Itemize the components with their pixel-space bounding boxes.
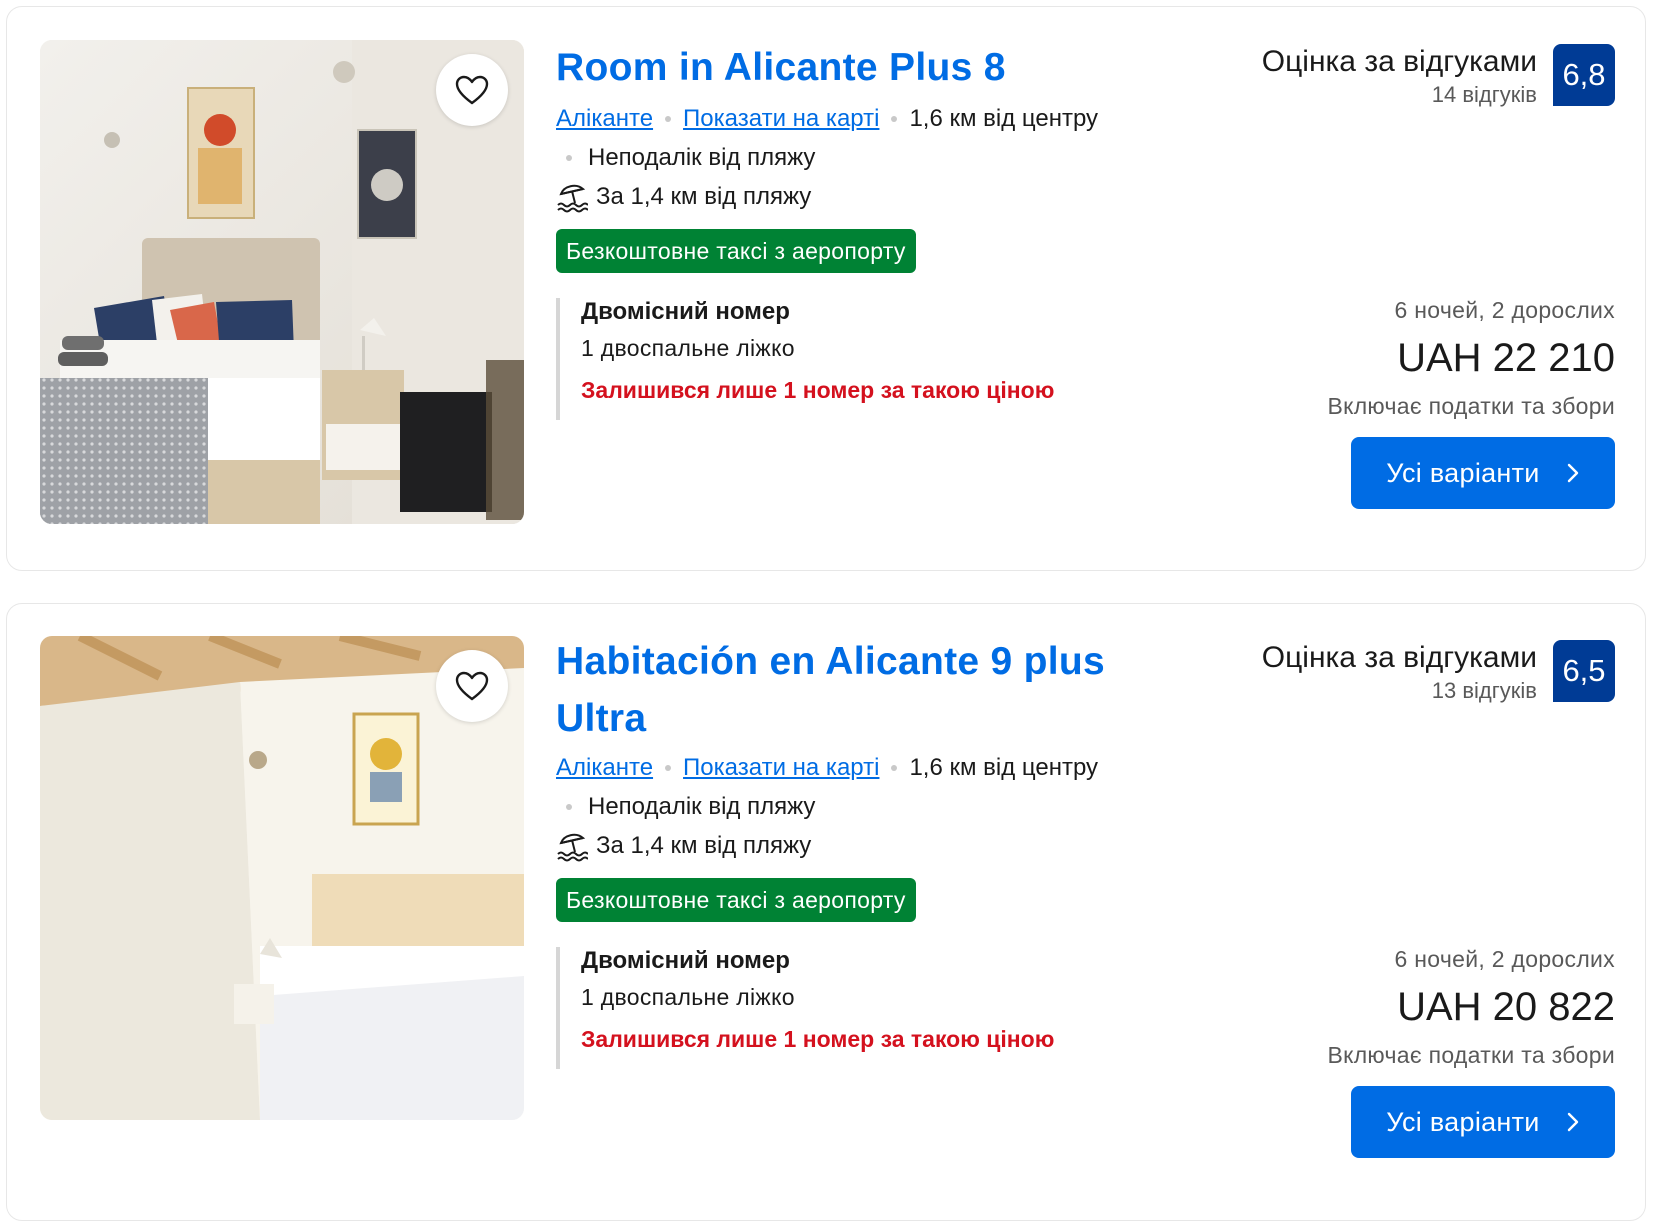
separator-dot (566, 155, 572, 161)
review-score-text: Оцінка за відгуками 13 відгуків (1262, 640, 1537, 704)
distance-from-center: 1,6 км від центру (909, 105, 1099, 132)
free-taxi-badge: Безкоштовне таксі з аеропорту (556, 229, 916, 273)
separator-dot (665, 116, 672, 122)
score-badge: 6,5 (1553, 640, 1615, 702)
taxes-note: Включає податки та збори (1327, 1042, 1615, 1068)
score-label: Оцінка за відгуками (1261, 45, 1537, 78)
near-beach-line: Неподалік від пляжу (556, 793, 815, 821)
separator-dot (566, 804, 572, 810)
chevron-right-icon (1566, 1111, 1580, 1133)
chevron-right-icon (1566, 462, 1580, 484)
stay-summary: 6 ночей, 2 дорослих (1394, 946, 1615, 972)
property-title[interactable]: Room in Alicante Plus 8 (556, 39, 1166, 96)
review-score[interactable]: Оцінка за відгуками 13 відгуків 6,5 (1262, 640, 1615, 704)
heart-icon (455, 671, 489, 701)
price: UAH 22 210 (1397, 336, 1615, 380)
price-block: 6 ночей, 2 дорослих UAH 20 822 Включає п… (1327, 946, 1615, 1069)
near-beach-label: Неподалік від пляжу (588, 144, 816, 171)
review-count: 14 відгуків (1431, 82, 1537, 107)
price-block: 6 ночей, 2 дорослих UAH 22 210 Включає п… (1327, 297, 1615, 420)
review-score-text: Оцінка за відгуками 14 відгуків (1262, 44, 1537, 108)
property-photo[interactable] (40, 636, 524, 1120)
bed-type: 1 двоспальне ліжко (581, 335, 795, 361)
location-line: Аліканте Показати на карті 1,6 км від це… (556, 105, 1098, 133)
show-on-map-link[interactable]: Показати на карті (683, 754, 879, 782)
beach-distance-line: За 1,4 км від пляжу (556, 830, 811, 862)
property-title[interactable]: Habitación en Alicante 9 plus Ultra (556, 633, 1166, 747)
beach-distance-label: За 1,4 км від пляжу (596, 832, 812, 859)
see-availability-button[interactable]: Усі варіанти (1351, 437, 1615, 509)
beach-distance-label: За 1,4 км від пляжу (596, 183, 812, 210)
score-badge: 6,8 (1553, 44, 1615, 106)
near-beach-line: Неподалік від пляжу (556, 144, 815, 172)
stay-summary: 6 ночей, 2 дорослих (1394, 297, 1615, 323)
favorite-button[interactable] (436, 650, 508, 722)
property-card: Habitación en Alicante 9 plus Ultra Алік… (6, 603, 1646, 1221)
room-info: Двомісний номер 1 двоспальне ліжко Залиш… (556, 947, 1116, 1069)
location-line: Аліканте Показати на карті 1,6 км від це… (556, 754, 1098, 782)
separator-dot (665, 765, 672, 771)
favorite-button[interactable] (436, 54, 508, 126)
room-name: Двомісний номер (581, 298, 790, 325)
button-label: Усі варіанти (1386, 457, 1540, 488)
separator-dot (891, 116, 898, 122)
city-link[interactable]: Аліканте (556, 105, 653, 133)
property-photo[interactable] (40, 40, 524, 524)
see-availability-button[interactable]: Усі варіанти (1351, 1086, 1615, 1158)
beach-distance-line: За 1,4 км від пляжу (556, 181, 811, 213)
room-info: Двомісний номер 1 двоспальне ліжко Залиш… (556, 298, 1116, 420)
near-beach-label: Неподалік від пляжу (588, 793, 816, 820)
review-count: 13 відгуків (1431, 678, 1537, 703)
availability-warning: Залишився лише 1 номер за такою ціною (581, 1026, 1055, 1052)
separator-dot (891, 765, 898, 771)
score-label: Оцінка за відгуками (1261, 641, 1537, 674)
room-name: Двомісний номер (581, 947, 790, 974)
button-label: Усі варіанти (1386, 1106, 1540, 1137)
city-link[interactable]: Аліканте (556, 754, 653, 782)
price: UAH 20 822 (1397, 985, 1615, 1029)
distance-from-center: 1,6 км від центру (909, 754, 1099, 781)
show-on-map-link[interactable]: Показати на карті (683, 105, 879, 133)
bed-type: 1 двоспальне ліжко (581, 984, 795, 1010)
free-taxi-badge: Безкоштовне таксі з аеропорту (556, 878, 916, 922)
availability-warning: Залишився лише 1 номер за такою ціною (581, 377, 1055, 403)
taxes-note: Включає податки та збори (1327, 393, 1615, 419)
beach-umbrella-icon (557, 833, 588, 862)
beach-umbrella-icon (557, 184, 588, 213)
heart-icon (455, 75, 489, 105)
property-card: Room in Alicante Plus 8 Аліканте Показат… (6, 6, 1646, 571)
review-score[interactable]: Оцінка за відгуками 14 відгуків 6,8 (1262, 44, 1615, 108)
